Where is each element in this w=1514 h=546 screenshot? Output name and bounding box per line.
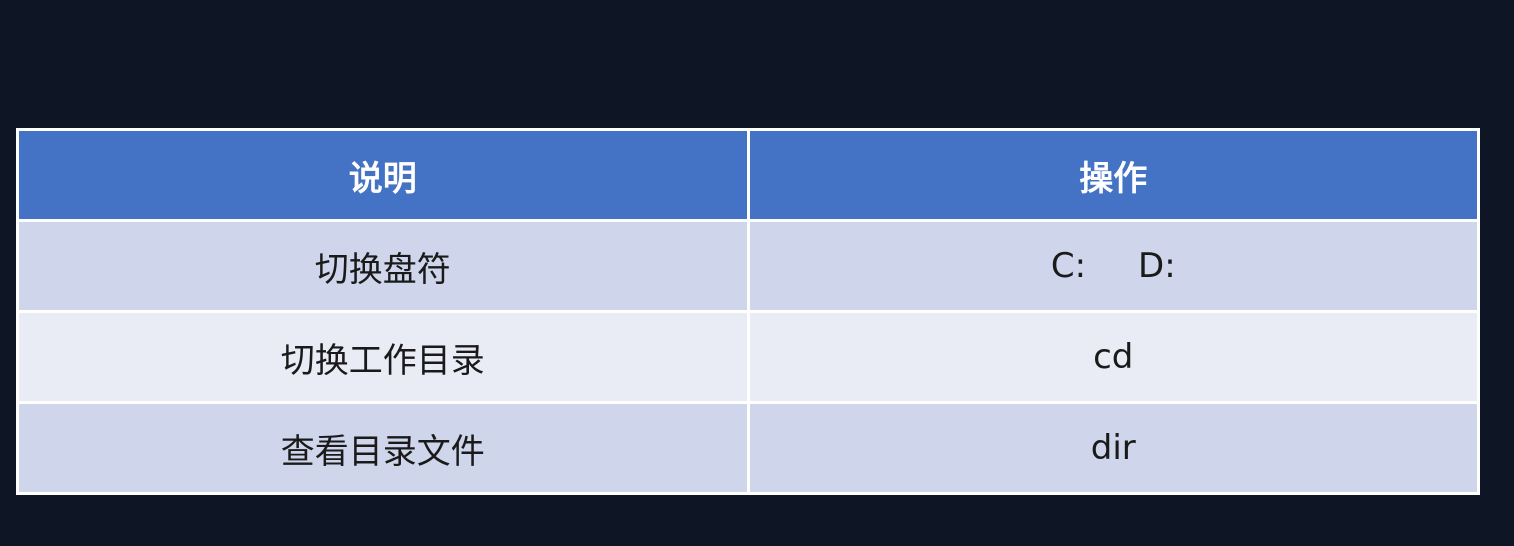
header-operation: 操作 bbox=[746, 128, 1480, 222]
row-description: 切换盘符 bbox=[16, 219, 750, 313]
command-table: 说明 操作 切换盘符 C: D: 切换工作目录 cd 查看目录文件 dir bbox=[16, 128, 1480, 495]
row-description: 查看目录文件 bbox=[16, 401, 750, 495]
header-description: 说明 bbox=[16, 128, 750, 222]
row-operation: C: D: bbox=[746, 219, 1480, 313]
table-row: 切换工作目录 cd bbox=[16, 310, 1480, 404]
table-row: 查看目录文件 dir bbox=[16, 401, 1480, 495]
row-operation: cd bbox=[746, 310, 1480, 404]
drive-d-label: D: bbox=[1138, 246, 1176, 286]
row-description: 切换工作目录 bbox=[16, 310, 750, 404]
table-header-row: 说明 操作 bbox=[16, 128, 1480, 222]
row-operation: dir bbox=[746, 401, 1480, 495]
table-row: 切换盘符 C: D: bbox=[16, 219, 1480, 313]
slide: 说明 操作 切换盘符 C: D: 切换工作目录 cd 查看目录文件 dir bbox=[0, 0, 1514, 546]
drive-c-label: C: bbox=[1050, 246, 1087, 286]
